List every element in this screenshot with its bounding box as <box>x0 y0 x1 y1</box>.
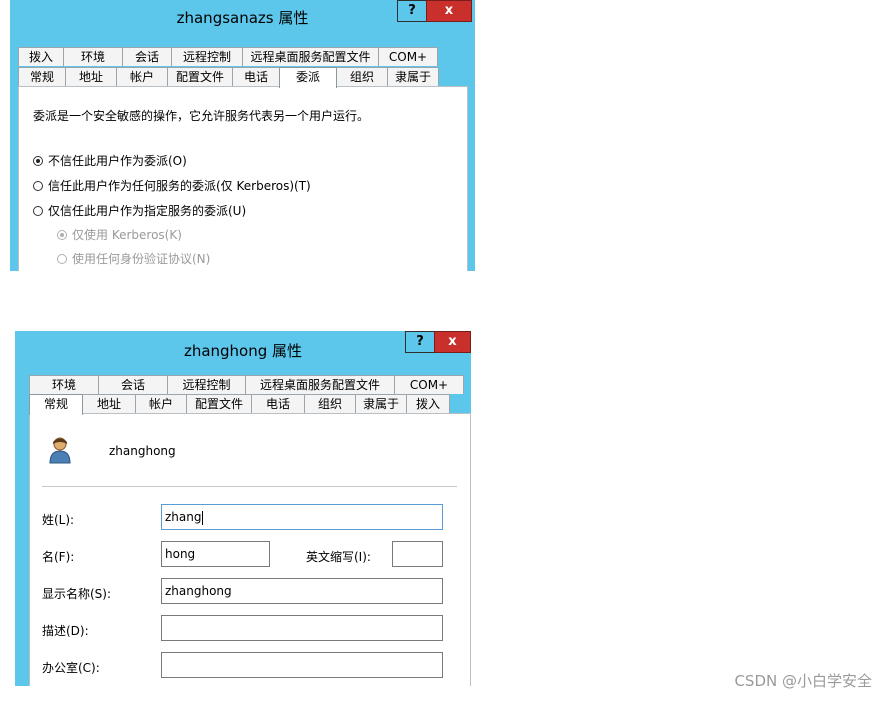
radio-label: 仅使用 Kerberos(K) <box>72 228 182 242</box>
tab-com-plus[interactable]: COM+ <box>394 375 464 394</box>
tab-member-of[interactable]: 隶属于 <box>387 67 439 86</box>
display-name-label: 显示名称(S): <box>42 587 112 601</box>
delegation-description: 委派是一个安全敏感的操作，它允许服务代表另一个用户运行。 <box>33 109 370 123</box>
last-name-label: 姓(L): <box>42 513 75 527</box>
first-name-label: 名(F): <box>42 550 75 564</box>
radio-label: 不信任此用户作为委派(O) <box>48 154 187 168</box>
tab-address[interactable]: 地址 <box>65 67 117 86</box>
tab-general[interactable]: 常规 <box>29 394 83 415</box>
tab-address[interactable]: 地址 <box>82 394 136 413</box>
radio-label: 信任此用户作为任何服务的委派(仅 Kerberos)(T) <box>48 179 311 193</box>
radio-indicator <box>33 180 43 191</box>
tab-rds-profile[interactable]: 远程桌面服务配置文件 <box>245 375 395 394</box>
tab-remote-control[interactable]: 远程控制 <box>167 375 246 394</box>
initials-input[interactable] <box>392 541 443 567</box>
tab-com-plus[interactable]: COM+ <box>378 47 438 66</box>
dialog-zhanghong-properties: zhanghong 属性 ? x 环境 会话 远程控制 远程桌面服务配置文件 C… <box>15 331 471 686</box>
initials-label: 英文缩写(I): <box>306 550 371 564</box>
radio-indicator <box>57 253 67 264</box>
tab-row-1: 环境 会话 远程控制 远程桌面服务配置文件 COM+ <box>29 375 464 394</box>
radio-trust-specified-services[interactable]: 仅信任此用户作为指定服务的委派(U) <box>33 202 246 219</box>
office-label: 办公室(C): <box>42 661 100 675</box>
tab-general[interactable]: 常规 <box>18 67 66 86</box>
tab-session[interactable]: 会话 <box>122 47 172 66</box>
general-panel: zhanghong 姓(L): zhang 名(F): hong 英文缩写(I)… <box>29 413 471 686</box>
tab-account[interactable]: 帐户 <box>135 394 187 413</box>
tab-remote-control[interactable]: 远程控制 <box>171 47 243 66</box>
radio-selected-indicator <box>33 155 43 166</box>
description-input[interactable] <box>161 615 443 641</box>
separator <box>42 486 457 487</box>
radio-label: 仅信任此用户作为指定服务的委派(U) <box>48 204 247 218</box>
tab-delegation[interactable]: 委派 <box>279 67 337 88</box>
username-display: zhanghong <box>109 444 176 458</box>
radio-selected-indicator <box>57 229 67 240</box>
last-name-input[interactable]: zhang <box>161 504 443 530</box>
close-button[interactable]: x <box>434 331 471 353</box>
tab-member-of[interactable]: 隶属于 <box>355 394 407 413</box>
tab-environment[interactable]: 环境 <box>29 375 99 394</box>
tab-telephones[interactable]: 电话 <box>251 394 305 413</box>
dialog-zhangsanazs-properties: zhangsanazs 属性 ? x 拨入 环境 会话 远程控制 远程桌面服务配… <box>10 0 475 271</box>
tab-organization[interactable]: 组织 <box>336 67 388 86</box>
watermark: CSDN @小白学安全 <box>734 672 872 690</box>
radio-label: 使用任何身份验证协议(N) <box>72 252 211 266</box>
tab-session[interactable]: 会话 <box>98 375 168 394</box>
radio-indicator <box>33 205 43 216</box>
tab-dialin[interactable]: 拨入 <box>18 47 64 66</box>
display-name-input[interactable]: zhanghong <box>161 578 443 604</box>
close-button[interactable]: x <box>426 0 472 22</box>
title-bar[interactable]: zhanghong 属性 ? x <box>15 331 471 365</box>
radio-trust-any-service[interactable]: 信任此用户作为任何服务的委派(仅 Kerberos)(T) <box>33 177 311 194</box>
title-bar[interactable]: zhangsanazs 属性 ? x <box>10 0 475 34</box>
tab-dialin[interactable]: 拨入 <box>406 394 450 413</box>
input-value: zhang <box>165 510 202 524</box>
text-caret <box>202 510 204 525</box>
help-button[interactable]: ? <box>405 331 435 353</box>
radio-kerberos-only[interactable]: 仅使用 Kerberos(K) <box>57 226 182 243</box>
delegation-panel: 委派是一个安全敏感的操作，它允许服务代表另一个用户运行。 不信任此用户作为委派(… <box>18 86 468 271</box>
tab-environment[interactable]: 环境 <box>63 47 123 66</box>
first-name-input[interactable]: hong <box>161 541 270 567</box>
tab-row-2: 常规 地址 帐户 配置文件 电话 组织 隶属于 拨入 <box>29 394 450 415</box>
user-icon <box>48 436 74 464</box>
tab-profile[interactable]: 配置文件 <box>167 67 233 86</box>
tab-row-2: 常规 地址 帐户 配置文件 电话 委派 组织 隶属于 <box>18 67 439 88</box>
tab-account[interactable]: 帐户 <box>116 67 168 86</box>
radio-do-not-trust[interactable]: 不信任此用户作为委派(O) <box>33 152 187 169</box>
dialog-title: zhanghong 属性 <box>183 342 303 360</box>
office-input[interactable] <box>161 652 443 678</box>
tab-organization[interactable]: 组织 <box>304 394 356 413</box>
tab-profile[interactable]: 配置文件 <box>186 394 252 413</box>
radio-any-auth-protocol[interactable]: 使用任何身份验证协议(N) <box>57 250 210 267</box>
help-button[interactable]: ? <box>397 0 427 22</box>
tab-telephones[interactable]: 电话 <box>232 67 280 86</box>
tab-row-1: 拨入 环境 会话 远程控制 远程桌面服务配置文件 COM+ <box>18 47 438 66</box>
description-label: 描述(D): <box>42 624 89 638</box>
tab-rds-profile[interactable]: 远程桌面服务配置文件 <box>242 47 379 66</box>
